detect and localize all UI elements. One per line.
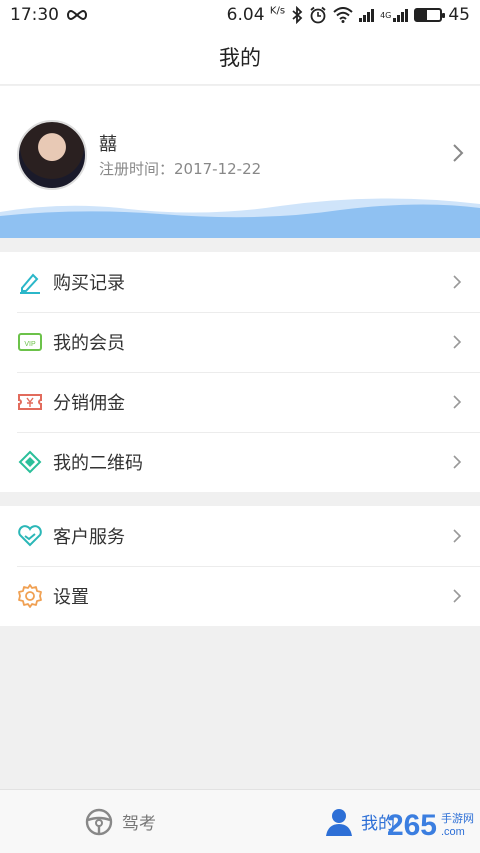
profile-name: 囍 bbox=[99, 134, 117, 155]
profile-card[interactable]: 囍 注册时间：2017-12-22 bbox=[0, 86, 480, 238]
pen-icon bbox=[17, 269, 43, 295]
menu-item-settings[interactable]: 设置 bbox=[0, 566, 480, 626]
vip-card-icon: VIP bbox=[17, 329, 43, 355]
title-bar: 我的 bbox=[0, 30, 480, 85]
menu-item-label: 我的会员 bbox=[53, 333, 125, 354]
chevron-right-icon bbox=[453, 589, 462, 603]
menu-item-label: 我的二维码 bbox=[53, 453, 143, 474]
menu-item-qr-code[interactable]: 我的二维码 bbox=[0, 432, 480, 492]
chevron-right-icon[interactable] bbox=[450, 141, 466, 165]
menu-item-customer-service[interactable]: 客户服务 bbox=[0, 506, 480, 566]
page-title: 我的 bbox=[219, 46, 261, 70]
status-bar: 17:30 6.04 K/s 4G 45 bbox=[0, 0, 480, 30]
chevron-right-icon bbox=[453, 335, 462, 349]
register-date: 注册时间：2017-12-22 bbox=[99, 160, 262, 178]
tab-driving-test[interactable]: 驾考 bbox=[0, 790, 240, 853]
watermark-logo: 265 手游网 .com bbox=[387, 809, 474, 843]
alarm-icon bbox=[310, 6, 326, 24]
menu-item-label: 设置 bbox=[53, 587, 89, 608]
ticket-icon bbox=[17, 389, 43, 415]
battery-icon bbox=[414, 8, 446, 22]
network-speed: 6.04 K/s bbox=[226, 5, 286, 25]
signal-icon-2 bbox=[393, 8, 409, 22]
user-icon bbox=[326, 808, 352, 836]
bottom-nav: 驾考 我的 265 手游网 .com bbox=[0, 789, 480, 853]
signal-icon bbox=[359, 8, 375, 22]
heart-handshake-icon bbox=[17, 523, 43, 549]
menu-group-1: 购买记录 VIP 我的会员 分销佣金 我的二维码 bbox=[0, 252, 480, 492]
svg-text:VIP: VIP bbox=[24, 341, 36, 348]
menu-item-label: 购买记录 bbox=[53, 273, 125, 294]
chevron-right-icon bbox=[453, 455, 462, 469]
chevron-right-icon bbox=[453, 395, 462, 409]
watermark-text: 手游网 .com bbox=[441, 813, 474, 838]
network-type: 4G bbox=[380, 11, 392, 20]
gear-icon bbox=[17, 583, 43, 609]
steering-wheel-icon bbox=[85, 808, 113, 835]
menu-item-my-membership[interactable]: VIP 我的会员 bbox=[0, 312, 480, 372]
menu-group-2: 客户服务 设置 bbox=[0, 506, 480, 626]
bluetooth-icon bbox=[292, 6, 303, 24]
menu-item-label: 客户服务 bbox=[53, 527, 125, 548]
battery-level: 45 bbox=[448, 5, 470, 25]
infinity-icon bbox=[67, 9, 87, 21]
avatar[interactable] bbox=[17, 120, 87, 190]
chevron-right-icon bbox=[453, 275, 462, 289]
watermark-number: 265 bbox=[386, 809, 437, 842]
wave-decoration bbox=[0, 198, 480, 238]
menu-item-commission[interactable]: 分销佣金 bbox=[0, 372, 480, 432]
status-time: 17:30 bbox=[10, 5, 59, 25]
tab-label: 驾考 bbox=[122, 814, 156, 834]
menu-item-label: 分销佣金 bbox=[53, 393, 125, 414]
chevron-right-icon bbox=[453, 529, 462, 543]
menu-item-purchase-records[interactable]: 购买记录 bbox=[0, 252, 480, 312]
qr-code-icon bbox=[17, 449, 43, 475]
wifi-icon bbox=[333, 7, 353, 23]
